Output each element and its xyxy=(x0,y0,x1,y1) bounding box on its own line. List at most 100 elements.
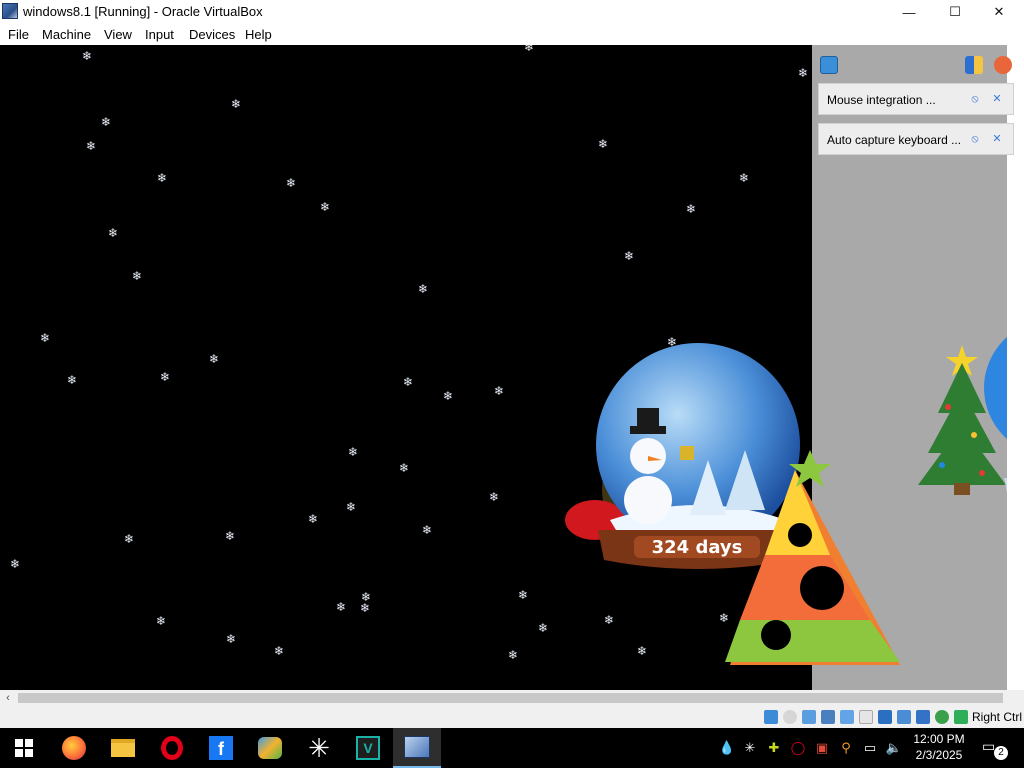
tray-snowflake-icon[interactable]: ✳ xyxy=(742,740,758,756)
mouse-integration-icon[interactable] xyxy=(954,710,968,724)
windows-live-icon[interactable] xyxy=(246,728,294,768)
mute-notifications-icon[interactable] xyxy=(994,56,1012,74)
dont-show-again-icon[interactable]: ⦸ xyxy=(969,93,981,105)
menu-view[interactable]: View xyxy=(104,27,132,42)
snowflake: ❄ xyxy=(508,648,519,662)
snowflake: ❄ xyxy=(231,97,242,111)
snowflake: ❄ xyxy=(274,644,285,658)
snowflake: ❄ xyxy=(40,331,51,345)
close-notice-icon[interactable]: ✕ xyxy=(991,133,1003,145)
snowflake: ❄ xyxy=(157,171,168,185)
menu-help[interactable]: Help xyxy=(245,27,272,42)
snowflake: ❄ xyxy=(418,282,429,296)
menu-file[interactable]: File xyxy=(8,27,29,42)
snowflake: ❄ xyxy=(286,176,297,190)
blue-globe-partial xyxy=(984,337,1007,523)
taskbar-clock[interactable]: 12:00 PM 2/3/2025 xyxy=(902,731,976,763)
countdown-label: 324 days xyxy=(652,537,743,558)
clock-time: 12:00 PM xyxy=(913,732,965,746)
snowflake: ❄ xyxy=(686,202,697,216)
snowflake: ❄ xyxy=(624,249,635,263)
snowflake: ❄ xyxy=(124,532,135,546)
horizontal-scrollbar[interactable]: ‹ xyxy=(0,690,1024,706)
dont-show-again-icon[interactable]: ⦸ xyxy=(969,133,981,145)
notice-mouse-integration[interactable]: Mouse integration ... ⦸ ✕ xyxy=(818,83,1014,115)
snowflake: ❄ xyxy=(399,461,410,475)
snowman xyxy=(624,476,672,524)
tray-search-icon[interactable]: ⚲ xyxy=(838,740,854,756)
snowflake: ❄ xyxy=(108,226,119,240)
close-notice-icon[interactable]: ✕ xyxy=(991,93,1003,105)
snowflake: ❄ xyxy=(67,373,78,387)
tray-volume-muted-icon[interactable]: 🔈 xyxy=(886,740,902,756)
tray-app-icon[interactable]: ▣ xyxy=(814,740,830,756)
notice-text: Mouse integration ... xyxy=(827,93,936,107)
snowflake: ❄ xyxy=(348,445,359,459)
visual-studio-icon[interactable]: V xyxy=(344,728,392,768)
scroll-left-arrow[interactable]: ‹ xyxy=(0,690,16,706)
window-title: windows8.1 [Running] - Oracle VirtualBox xyxy=(23,4,263,19)
virtualization-icon[interactable] xyxy=(935,710,949,724)
snowflake: ❄ xyxy=(798,66,809,80)
snowflake: ❄ xyxy=(82,49,93,63)
virtualbox-icon[interactable] xyxy=(393,728,441,768)
snowflake: ❄ xyxy=(443,389,454,403)
notice-auto-capture[interactable]: Auto capture keyboard ... ⦸ ✕ xyxy=(818,123,1014,155)
firefox-icon[interactable] xyxy=(50,728,98,768)
video-capture-icon[interactable] xyxy=(897,710,911,724)
snowflake: ❄ xyxy=(346,500,357,514)
tray-opera-icon[interactable]: ◯ xyxy=(790,740,806,756)
file-explorer-icon[interactable] xyxy=(99,728,147,768)
snowflake: ❄ xyxy=(524,45,535,54)
tray-drop-icon[interactable]: 💧 xyxy=(719,740,735,756)
snowflake: ❄ xyxy=(86,139,97,153)
scrollbar-thumb[interactable] xyxy=(18,693,1003,703)
network-icon[interactable] xyxy=(821,710,835,724)
snowflake: ❄ xyxy=(156,614,167,628)
close-button[interactable]: ✕ xyxy=(976,0,1022,24)
tray-network-icon[interactable]: ▭ xyxy=(862,740,878,756)
action-center-icon[interactable]: ▭ 2 xyxy=(982,736,1008,760)
minimize-button[interactable]: — xyxy=(886,0,932,24)
snowflake-app-icon[interactable]: ✳ xyxy=(295,728,343,768)
snowflake: ❄ xyxy=(320,200,331,214)
notice-text: Auto capture keyboard ... xyxy=(827,133,962,147)
tray-plus-icon[interactable]: ✚ xyxy=(766,740,782,756)
windows-taskbar: f ✳ V 💧 ✳ ✚ ◯ ▣ ⚲ ▭ 🔈 12:00 PM 2/3/2025 … xyxy=(0,728,1024,768)
menu-devices[interactable]: Devices xyxy=(189,27,235,42)
audio-icon[interactable] xyxy=(802,710,816,724)
snowflake: ❄ xyxy=(226,632,237,646)
display-icon[interactable] xyxy=(878,710,892,724)
snowflake: ❄ xyxy=(101,115,112,129)
snowflake: ❄ xyxy=(336,600,347,614)
windows-logo-icon xyxy=(15,739,33,757)
snowflake: ❄ xyxy=(739,171,750,185)
menu-input[interactable]: Input xyxy=(145,27,174,42)
snow-globe-illustration: 324 days xyxy=(565,343,900,665)
hard-disk-icon[interactable] xyxy=(764,710,778,724)
snowflake: ❄ xyxy=(489,490,500,504)
snowflake: ❄ xyxy=(494,384,505,398)
snowflake: ❄ xyxy=(308,512,319,526)
maximize-button[interactable]: ☐ xyxy=(932,0,978,24)
clock-date: 2/3/2025 xyxy=(915,748,963,762)
facebook-icon[interactable]: f xyxy=(197,728,245,768)
start-button[interactable] xyxy=(0,728,48,768)
title-bar: windows8.1 [Running] - Oracle VirtualBox… xyxy=(0,0,1024,24)
menu-machine[interactable]: Machine xyxy=(42,27,91,42)
snowflake: ❄ xyxy=(518,588,529,602)
usb-icon[interactable] xyxy=(840,710,854,724)
cpu-icon[interactable] xyxy=(916,710,930,724)
snowflake: ❄ xyxy=(10,557,21,571)
snowflake: ❄ xyxy=(598,137,609,151)
vm-status-bar: Right Ctrl xyxy=(0,706,1024,728)
opera-icon[interactable] xyxy=(148,728,196,768)
optical-drive-icon[interactable] xyxy=(783,710,797,724)
menu-bar: File Machine View Input Devices Help xyxy=(0,24,1024,45)
info-icon[interactable] xyxy=(820,56,838,74)
notification-count-badge: 2 xyxy=(994,746,1008,760)
snowflake: ❄ xyxy=(160,370,171,384)
host-key-label: Right Ctrl xyxy=(972,710,1023,724)
status-bars-icon[interactable] xyxy=(965,56,983,74)
shared-folders-icon[interactable] xyxy=(859,710,873,724)
